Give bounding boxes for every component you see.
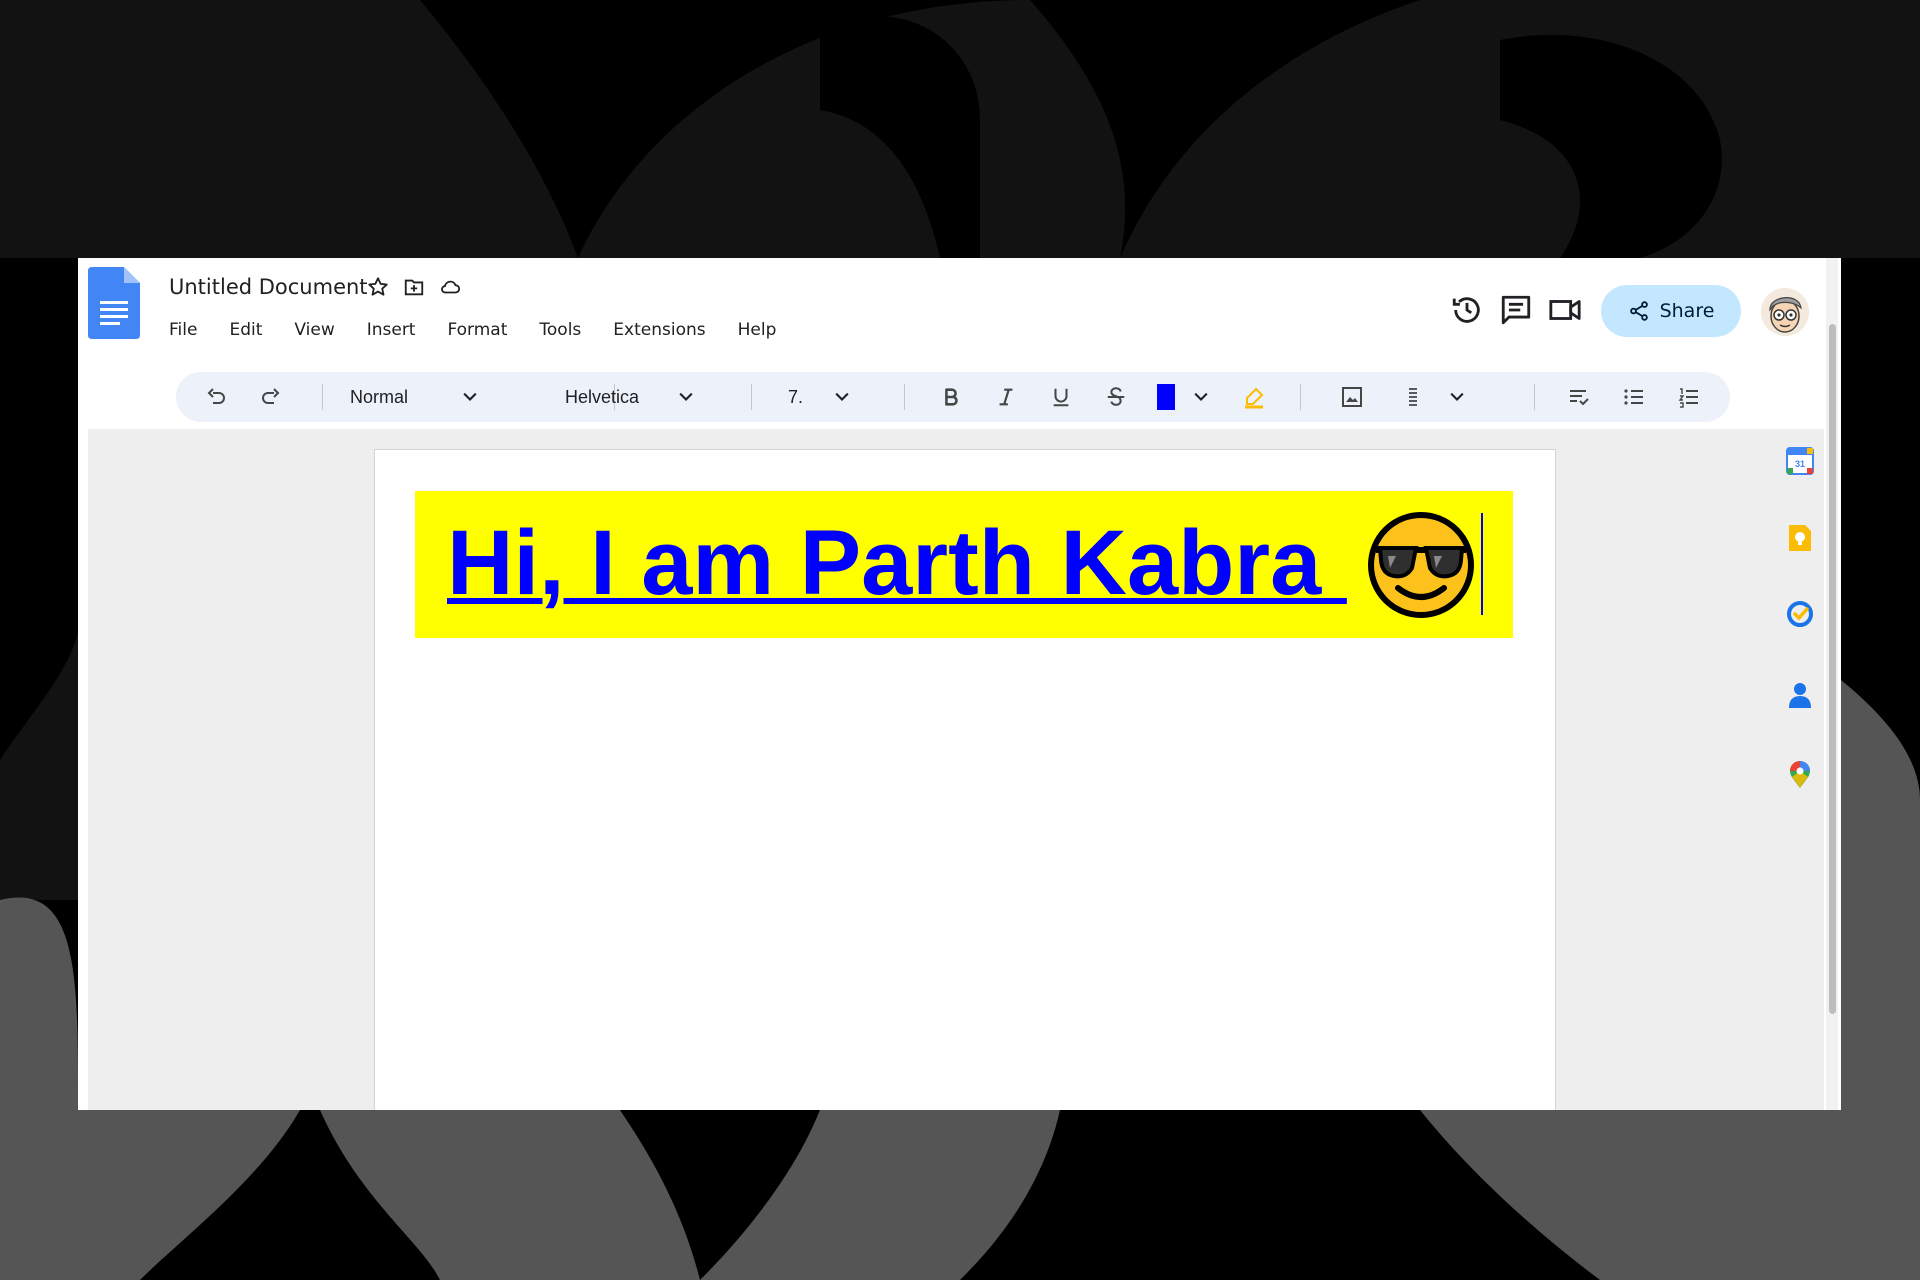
avatar[interactable] — [1761, 288, 1809, 336]
heading-highlight[interactable]: Hi, I am Parth Kabra — [415, 491, 1513, 638]
underline-icon — [1053, 388, 1069, 407]
highlight-color-button[interactable] — [1234, 372, 1274, 422]
menu-edit[interactable]: Edit — [213, 316, 278, 344]
font-value: Helvetica — [565, 386, 640, 407]
numbered-list-icon — [1678, 388, 1698, 408]
image-icon — [1342, 387, 1362, 407]
bold-icon — [945, 388, 958, 406]
toolbar-divider — [1534, 384, 1535, 410]
underline-button[interactable] — [1041, 372, 1081, 422]
share-button[interactable]: Share — [1601, 285, 1741, 337]
paragraph-style-value: Normal — [350, 386, 409, 407]
font-size-dropdown[interactable]: 7. — [788, 372, 852, 422]
text-cursor — [1481, 513, 1483, 615]
font-size-value: 7. — [788, 386, 804, 407]
toolbar-divider — [322, 384, 323, 410]
bold-button[interactable] — [931, 372, 971, 422]
chevron-down-icon — [679, 392, 693, 402]
maps-icon[interactable] — [1786, 761, 1814, 789]
version-history-icon[interactable] — [1449, 292, 1485, 328]
formatting-toolbar: Normal Helvetica 7. — [176, 372, 1730, 422]
toolbar-divider — [1300, 384, 1301, 410]
docs-logo-icon[interactable] — [88, 267, 140, 339]
heading-text[interactable]: Hi, I am Parth Kabra — [447, 511, 1347, 616]
toolbar-divider — [904, 384, 905, 410]
bulleted-list-icon — [1624, 389, 1643, 405]
keep-icon[interactable] — [1786, 524, 1814, 552]
side-panel: 31 — [1774, 429, 1824, 1110]
document-canvas: Hi, I am Parth Kabra — [88, 429, 1823, 1110]
calendar-icon[interactable]: 31 — [1786, 447, 1814, 475]
bulleted-list-button[interactable] — [1614, 372, 1654, 422]
line-spacing-button[interactable] — [1392, 372, 1432, 422]
google-docs-window: Untitled Document File Edit View Insert … — [78, 258, 1841, 1110]
italic-icon — [999, 388, 1013, 406]
share-icon — [1629, 301, 1648, 321]
numbered-list-button[interactable] — [1669, 372, 1709, 422]
chevron-down-icon — [1194, 392, 1208, 402]
menu-bar: File Edit View Insert Format Tools Exten… — [169, 316, 792, 344]
meet-icon[interactable] — [1547, 292, 1583, 328]
smiling-face-with-sunglasses-icon — [1368, 512, 1474, 618]
toolbar-divider — [751, 384, 752, 410]
menu-view[interactable]: View — [278, 316, 350, 344]
line-spacing-dropdown[interactable] — [1440, 372, 1474, 422]
insert-image-button[interactable] — [1332, 372, 1372, 422]
contacts-icon[interactable] — [1786, 681, 1814, 709]
document-page[interactable]: Hi, I am Parth Kabra — [374, 449, 1556, 1110]
text-color-dropdown[interactable] — [1184, 372, 1218, 422]
redo-icon[interactable] — [251, 372, 291, 422]
chevron-down-icon — [1450, 392, 1464, 402]
scroll-thumb[interactable] — [1829, 324, 1836, 1014]
cloud-status-icon[interactable] — [437, 274, 463, 300]
move-folder-icon[interactable] — [401, 274, 427, 300]
menu-extensions[interactable]: Extensions — [597, 316, 721, 344]
share-label: Share — [1659, 300, 1715, 322]
chevron-down-icon — [463, 392, 477, 402]
comments-icon[interactable] — [1498, 292, 1534, 328]
text-color-swatch — [1157, 384, 1175, 410]
strikethrough-button[interactable] — [1096, 372, 1136, 422]
vertical-scrollbar[interactable] — [1826, 258, 1838, 1110]
menu-file[interactable]: File — [169, 316, 213, 344]
line-spacing-icon — [1409, 388, 1417, 406]
chevron-down-icon — [835, 392, 849, 402]
checklist-button[interactable] — [1559, 372, 1599, 422]
checklist-icon — [1570, 390, 1589, 406]
undo-icon[interactable] — [196, 372, 236, 422]
strikethrough-icon — [1107, 387, 1125, 406]
menu-help[interactable]: Help — [722, 316, 793, 344]
svg-text:31: 31 — [1795, 459, 1805, 469]
menu-format[interactable]: Format — [431, 316, 523, 344]
document-title[interactable]: Untitled Document — [169, 272, 368, 302]
paragraph-style-dropdown[interactable]: Normal — [350, 372, 480, 422]
menu-insert[interactable]: Insert — [351, 316, 432, 344]
star-icon[interactable] — [365, 274, 391, 300]
highlighter-icon — [1245, 387, 1264, 409]
text-color-button[interactable] — [1151, 372, 1181, 422]
menu-tools[interactable]: Tools — [523, 316, 597, 344]
tasks-icon[interactable] — [1786, 600, 1814, 628]
font-dropdown[interactable]: Helvetica — [565, 372, 696, 422]
italic-button[interactable] — [986, 372, 1026, 422]
